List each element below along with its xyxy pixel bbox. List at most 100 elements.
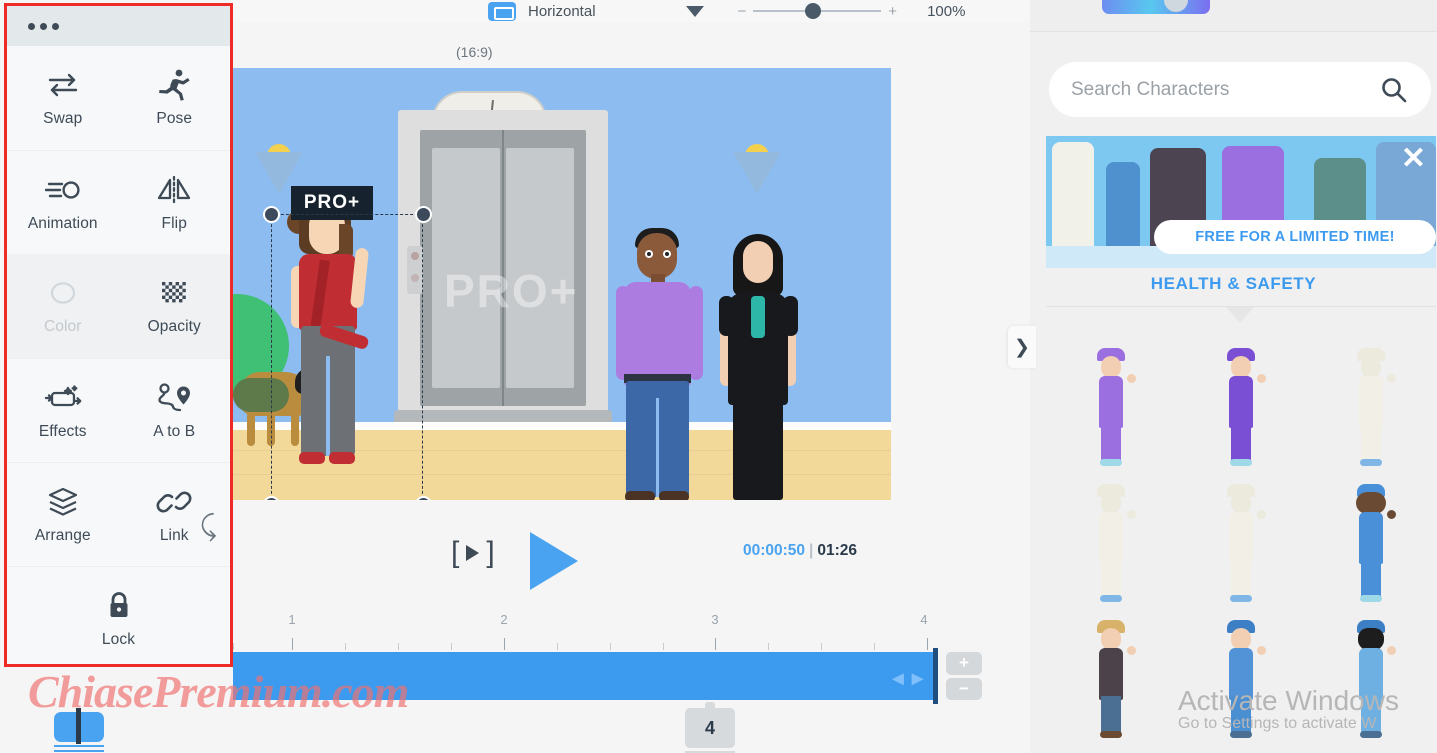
step-frame-icon[interactable]: [] (451, 538, 495, 568)
character-thumb-5[interactable] (1306, 466, 1436, 602)
context-action-arrange[interactable]: Arrange (7, 462, 119, 566)
promo-banner[interactable]: ✕ FREE FOR A LIMITED TIME! (1046, 136, 1436, 268)
app-root: Horizontal − + 100% (16:9) Swap Pose Ani… (0, 0, 1437, 753)
context-action-animation[interactable]: Animation (7, 150, 119, 254)
character-thumb-7[interactable] (1176, 602, 1306, 738)
character-thumb-4[interactable] (1176, 466, 1306, 602)
canvas-stage[interactable]: PRO+ PRO+ (233, 68, 891, 500)
more-options-icon[interactable] (28, 22, 59, 30)
context-action-lock[interactable]: Lock (7, 566, 230, 664)
ceiling-lamp-right (733, 144, 781, 194)
context-action-label: Flip (161, 214, 187, 232)
object-context-panel: Swap Pose Animation Flip Color Opacity E… (4, 3, 233, 667)
timeline: 1 2 3 4 ◄► + − 4 (233, 612, 993, 753)
character-thumb-8[interactable] (1306, 602, 1436, 738)
context-action-label: Lock (101, 630, 136, 648)
animation-icon (43, 173, 83, 207)
context-action-label: Pose (156, 110, 193, 127)
pro-watermark: PRO+ (444, 265, 579, 317)
context-action-label: Effects (38, 422, 87, 440)
context-action-label: Arrange (34, 526, 91, 544)
timeline-zoom-out-button[interactable]: − (946, 677, 982, 700)
selection-bounding-box[interactable] (271, 214, 423, 500)
watermark-logo-icon (54, 708, 104, 753)
ruler-label: 1 (288, 612, 296, 627)
search-input[interactable] (1071, 78, 1379, 101)
character-thumb-3[interactable] (1046, 466, 1176, 602)
ruler-label: 2 (500, 612, 508, 627)
aspect-ratio-label: (16:9) (456, 44, 493, 60)
ruler-label: 4 (920, 612, 928, 627)
time-separator: | (809, 542, 814, 559)
chevron-down-icon[interactable] (1226, 307, 1254, 323)
chevron-right-icon[interactable]: ❯ (1008, 326, 1036, 368)
play-icon[interactable] (530, 532, 578, 590)
context-action-label: Animation (27, 214, 98, 232)
context-action-flip[interactable]: Flip (118, 150, 230, 254)
chevron-down-icon[interactable] (685, 5, 704, 17)
library-category-thumb[interactable] (1102, 0, 1210, 14)
lock-icon (110, 589, 127, 617)
context-action-label: Color (43, 318, 82, 335)
total-time: 01:26 (817, 542, 858, 559)
player-controls: [] 00:00:50 | 01:26 (233, 520, 891, 590)
scene-preview[interactable]: PRO+ PRO+ (233, 68, 891, 500)
timeline-clip[interactable] (233, 652, 936, 700)
zoom-in-button[interactable]: + (888, 4, 897, 19)
close-icon[interactable]: ✕ (1401, 144, 1426, 174)
swap-icon (43, 68, 83, 102)
zoom-slider-thumb[interactable] (805, 3, 822, 19)
context-action-pose[interactable]: Pose (119, 46, 231, 150)
context-action-color[interactable]: Color (7, 254, 119, 358)
rotate-handle-icon[interactable]: ⤹ (200, 510, 217, 543)
character-thumb-6[interactable] (1046, 602, 1176, 738)
ruler-label: 3 (711, 612, 719, 627)
arrange-icon (43, 485, 83, 519)
timeline-zoom-controls: + − (946, 652, 982, 700)
resize-handle-icon[interactable]: ◄► (888, 668, 928, 691)
selection-handle-tl[interactable] (263, 206, 280, 223)
orientation-label: Horizontal (528, 2, 596, 20)
top-toolbar: Horizontal − + 100% (230, 0, 1030, 22)
timeline-ruler[interactable]: 1 2 3 4 (233, 612, 933, 650)
character-thumb-1[interactable] (1176, 330, 1306, 466)
context-action-a-to-b[interactable]: A to B (118, 358, 230, 462)
timeline-zoom-in-button[interactable]: + (946, 652, 982, 675)
character-library-panel: ✕ FREE FOR A LIMITED TIME! HEALTH & SAFE… (1030, 0, 1437, 753)
search-characters-box[interactable] (1049, 62, 1431, 117)
selection-handle-tr[interactable] (415, 206, 432, 223)
library-tab-strip (1030, 0, 1437, 32)
a-to-b-icon (154, 381, 191, 415)
flip-icon (154, 173, 194, 207)
context-action-label: A to B (153, 422, 196, 440)
opacity-icon (162, 282, 187, 303)
promo-category-title: HEALTH & SAFETY (1150, 274, 1317, 293)
promo-figure (1106, 162, 1140, 246)
context-action-swap[interactable]: Swap (7, 46, 119, 150)
context-action-opacity[interactable]: Opacity (118, 254, 230, 358)
context-action-effects[interactable]: Effects (7, 358, 119, 462)
timeline-playhead[interactable] (933, 648, 938, 704)
context-action-label: Swap (43, 110, 83, 127)
link-icon (154, 485, 194, 519)
timecode-display: 00:00:50 | 01:26 (743, 542, 857, 560)
context-actions-grid: Swap Pose Animation Flip Color Opacity E… (7, 46, 231, 664)
context-panel-header (7, 6, 230, 46)
zoom-out-button[interactable]: − (738, 4, 747, 19)
zoom-control[interactable]: − + (738, 3, 897, 19)
effects-icon (43, 381, 83, 415)
current-time: 00:00:50 (743, 542, 806, 559)
search-icon[interactable] (1379, 75, 1409, 105)
character-grid (1046, 330, 1436, 738)
scene-marker[interactable]: 4 (685, 702, 735, 748)
promo-figure (1052, 142, 1094, 246)
horizontal-canvas-icon[interactable] (488, 1, 516, 21)
zoom-slider[interactable] (753, 3, 882, 19)
color-icon (50, 282, 75, 304)
zoom-value: 100% (927, 2, 966, 20)
promo-banner-text: FREE FOR A LIMITED TIME! (1154, 220, 1436, 254)
character-thumb-2[interactable] (1306, 330, 1436, 466)
context-action-label: Link (159, 526, 189, 544)
character-thumb-0[interactable] (1046, 330, 1176, 466)
context-action-label: Opacity (147, 318, 201, 335)
